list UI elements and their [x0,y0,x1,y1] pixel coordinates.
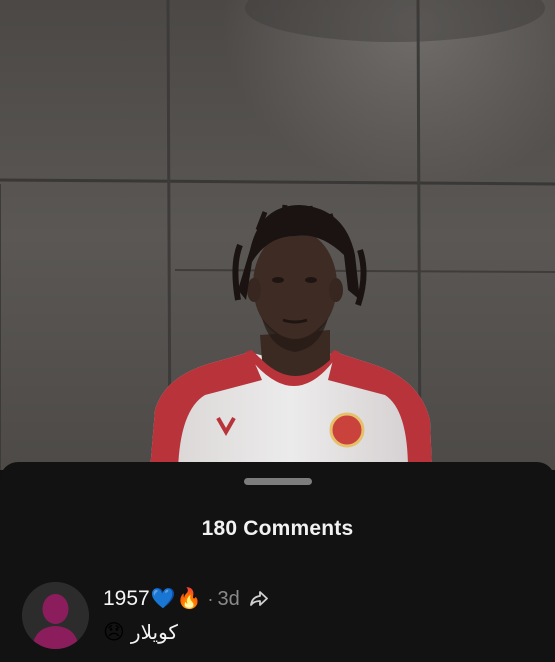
comment-header: 1957 💙 🔥 · 3d [103,584,269,614]
blue-heart-emoji: 💙 [150,588,176,610]
comment-username[interactable]: 1957 [103,587,150,611]
comment-body: كويلار [130,620,178,644]
avatar-silhouette [22,582,89,649]
disappointed-face-emoji: 😞 [103,620,125,644]
comments-count-title: 180 Comments [201,517,354,540]
meta-separator: · [207,588,214,609]
comments-sheet: 180 Comments 1957 💙 🔥 · 3d 😞 كويلار [0,462,555,662]
player-photo [0,0,555,470]
video-player[interactable] [0,0,555,470]
comment-timestamp: 3d [217,587,240,610]
share-icon[interactable] [249,589,269,609]
comment-item: 1957 💙 🔥 · 3d 😞 كويلار [22,582,542,657]
default-avatar-icon[interactable] [22,582,89,649]
sheet-drag-handle[interactable] [243,478,312,485]
comment-body-row: 😞 كويلار [103,620,178,644]
fire-emoji: 🔥 [176,588,202,610]
app-screen: 180 Comments 1957 💙 🔥 · 3d 😞 كويلار [0,0,555,662]
